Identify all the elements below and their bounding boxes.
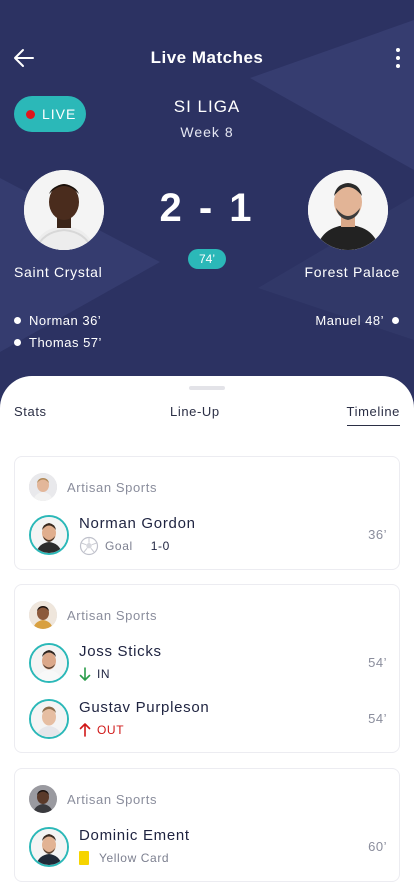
timeline-card: Artisan Sports Dominic Ement Yellow Card… xyxy=(14,768,400,882)
scorer-label: Manuel 48’ xyxy=(315,312,384,328)
tab-timeline[interactable]: Timeline xyxy=(346,404,400,426)
arrow-up-icon xyxy=(79,723,91,737)
event-time: 36’ xyxy=(368,527,387,542)
player-portrait-icon xyxy=(31,645,67,681)
player-name: Dominic Ement xyxy=(79,827,190,844)
timeline-event[interactable]: Joss Sticks IN 54’ xyxy=(29,641,387,685)
match-minute: 74’ xyxy=(188,249,226,269)
match-week: Week 8 xyxy=(180,124,234,140)
event-time: 54’ xyxy=(368,655,387,670)
event-type: OUT xyxy=(97,723,125,737)
timeline-event[interactable]: Dominic Ement Yellow Card 60’ xyxy=(29,825,387,869)
scorer-row: Manuel 48’ xyxy=(315,309,399,331)
more-vertical-icon xyxy=(396,48,400,52)
scorer-label: Thomas 57’ xyxy=(29,334,102,350)
bullet-icon xyxy=(14,316,21,324)
player-avatar xyxy=(29,699,69,739)
player-portrait-icon xyxy=(29,785,57,813)
team-avatar xyxy=(29,785,57,813)
team-avatar xyxy=(29,473,57,501)
card-header: Artisan Sports xyxy=(29,601,157,629)
timeline-card: Artisan Sports Joss Sticks IN 54’ Gustav… xyxy=(14,584,400,753)
home-scorers: Norman 36’ Thomas 57’ xyxy=(14,309,102,353)
event-type: Yellow Card xyxy=(99,851,170,865)
player-portrait-icon xyxy=(31,517,67,553)
more-options-button[interactable] xyxy=(386,42,410,74)
bullet-icon xyxy=(14,338,21,346)
team-label: Artisan Sports xyxy=(67,479,158,495)
event-detail: Goal 1-0 xyxy=(79,536,170,556)
bullet-icon xyxy=(392,316,399,324)
timeline-event[interactable]: Gustav Purpleson OUT 54’ xyxy=(29,697,387,741)
team-avatar xyxy=(29,601,57,629)
home-team-name: Saint Crystal xyxy=(14,264,103,280)
card-header: Artisan Sports xyxy=(29,785,157,813)
drag-handle[interactable] xyxy=(189,386,225,390)
player-portrait-icon xyxy=(31,829,67,865)
team-label: Artisan Sports xyxy=(67,607,158,623)
event-score: 1-0 xyxy=(150,539,170,553)
timeline-card: Artisan Sports Norman Gordon Goal 1-0 36… xyxy=(14,456,400,570)
player-portrait-icon xyxy=(29,473,57,501)
league-name: SI LIGA xyxy=(173,97,241,116)
page-title: Live Matches xyxy=(150,48,264,67)
soccer-ball-icon xyxy=(79,536,99,556)
timeline-event[interactable]: Norman Gordon Goal 1-0 36’ xyxy=(29,513,387,557)
event-time: 60’ xyxy=(368,839,387,854)
player-portrait-icon xyxy=(29,601,57,629)
yellow-card-icon xyxy=(79,851,89,865)
player-avatar xyxy=(29,827,69,867)
scorer-row: Norman 36’ xyxy=(14,309,102,331)
details-sheet: Stats Line-Up Timeline Artisan Sports No… xyxy=(0,376,414,896)
event-time: 54’ xyxy=(368,711,387,726)
match-header: Live Matches LIVE SI LIGA Week 8 2 - 1 7… xyxy=(0,0,414,420)
scorer-row: Thomas 57’ xyxy=(14,331,102,353)
away-team-name: Forest Palace xyxy=(304,264,400,280)
event-detail: OUT xyxy=(79,721,124,739)
card-header: Artisan Sports xyxy=(29,473,157,501)
player-name: Joss Sticks xyxy=(79,643,162,660)
away-scorers: Manuel 48’ xyxy=(315,309,399,331)
team-label: Artisan Sports xyxy=(67,791,158,807)
event-type: IN xyxy=(97,667,111,681)
player-name: Norman Gordon xyxy=(79,515,196,532)
scorer-label: Norman 36’ xyxy=(29,312,102,328)
top-bar: Live Matches xyxy=(0,36,414,80)
event-detail: Yellow Card xyxy=(79,849,169,867)
tab-line-up[interactable]: Line-Up xyxy=(170,404,220,425)
player-name: Gustav Purpleson xyxy=(79,699,210,716)
event-type: Goal xyxy=(105,539,133,553)
tab-stats[interactable]: Stats xyxy=(14,404,47,425)
player-portrait-icon xyxy=(31,701,67,737)
tab-bar: Stats Line-Up Timeline xyxy=(0,404,414,432)
player-avatar xyxy=(29,515,69,555)
match-score: 2 - 1 xyxy=(159,186,255,230)
player-avatar xyxy=(29,643,69,683)
event-detail: IN xyxy=(79,665,110,683)
arrow-down-icon xyxy=(79,667,91,681)
